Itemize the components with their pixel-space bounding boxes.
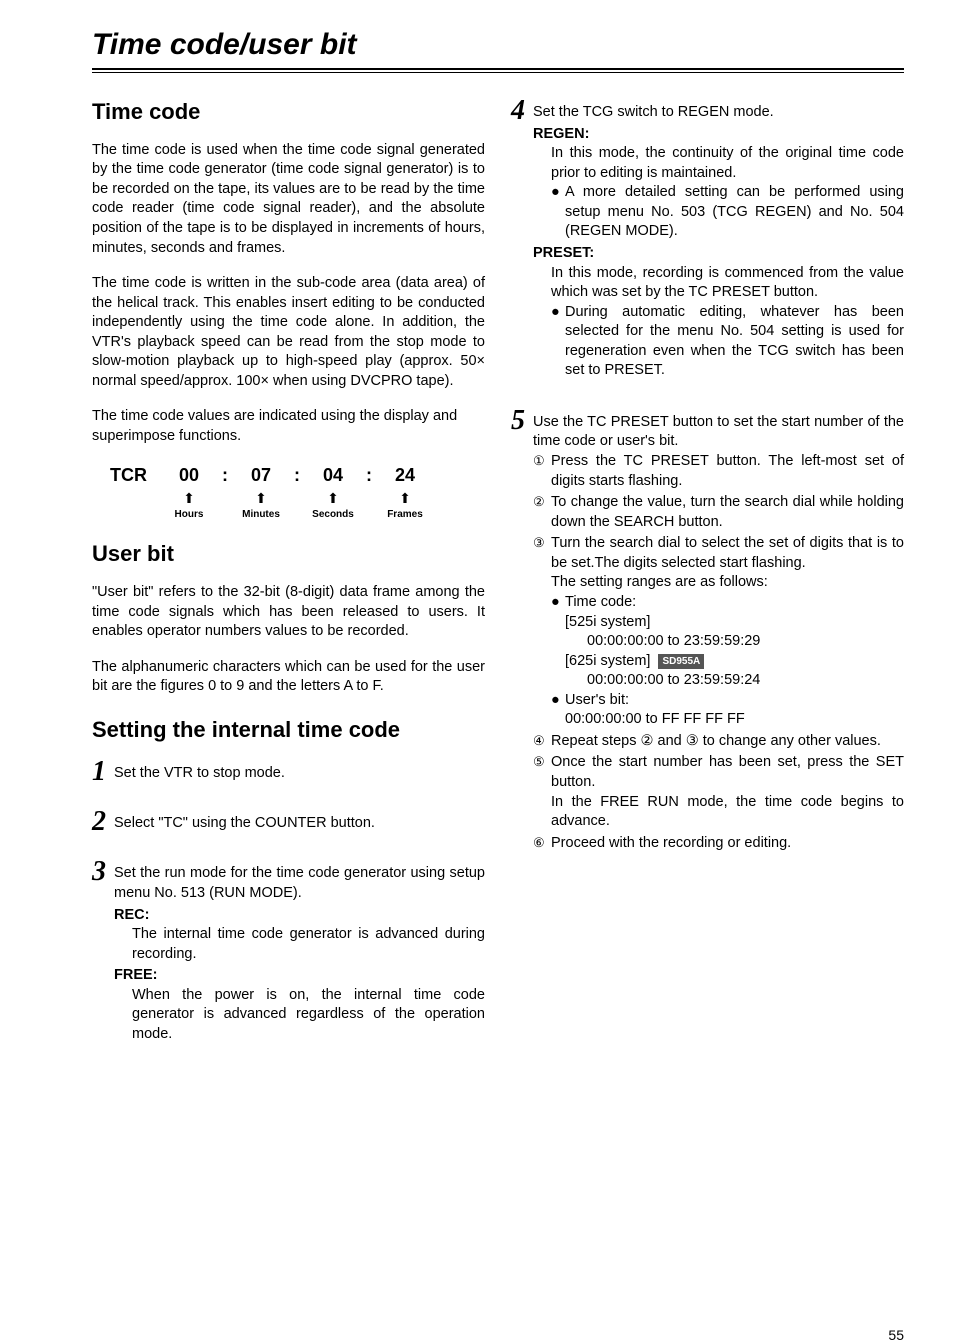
page-title: Time code/user bit [92, 28, 904, 62]
label-625i: [625i system] [565, 653, 650, 669]
paragraph: Turn the search dial to select the set o… [551, 534, 904, 573]
step-text: Set the run mode for the time code gener… [114, 864, 485, 903]
paragraph: Proceed with the recording or editing. [551, 834, 904, 854]
title-rule [92, 68, 904, 70]
paragraph: To change the value, turn the search dia… [551, 493, 904, 532]
tcr-unit-label: Frames [378, 508, 432, 522]
left-column: Time code The time code is used when the… [92, 97, 485, 1067]
value-range: 00:00:00:00 to FF FF FF FF [565, 710, 904, 730]
label-regen: REGEN: [533, 125, 904, 145]
label-525i: [525i system] [565, 613, 904, 633]
circled-number-icon: ⑤ [533, 753, 551, 771]
paragraph: In the FREE RUN mode, the time code begi… [551, 793, 904, 832]
step-4: 4 Set the TCG switch to REGEN mode. REGE… [511, 97, 904, 381]
value-range: 00:00:00:00 to 23:59:59:29 [587, 632, 904, 652]
paragraph: Repeat steps ② and ③ to change any other… [551, 732, 904, 752]
tcr-display: TCR 00 : 07 : 04 : 24 ⬆ ⬆ ⬆ [110, 463, 485, 522]
step-number: 1 [92, 758, 114, 786]
tcr-unit-label: Seconds [306, 508, 360, 522]
up-arrow-icon: ⬆ [162, 489, 216, 508]
step-2: 2 Select "TC" using the COUNTER button. [92, 808, 485, 836]
step-5: 5 Use the TC PRESET button to set the st… [511, 407, 904, 855]
step-text: Set the VTR to stop mode. [114, 764, 485, 784]
paragraph: The alphanumeric characters which can be… [92, 658, 485, 697]
paragraph: During automatic editing, whatever has b… [565, 303, 904, 381]
label-users-bit: User's bit: [565, 691, 629, 711]
value-range: 00:00:00:00 to 23:59:59:24 [587, 671, 904, 691]
step-number: 4 [511, 97, 533, 125]
up-arrow-icon: ⬆ [306, 489, 360, 508]
paragraph: When the power is on, the internal time … [132, 986, 485, 1045]
label-free: FREE: [114, 966, 485, 986]
tcr-colon: : [216, 463, 234, 487]
tcr-colon: : [288, 463, 306, 487]
paragraph: The internal time code generator is adva… [132, 925, 485, 964]
step-1: 1 Set the VTR to stop mode. [92, 758, 485, 786]
up-arrow-icon: ⬆ [378, 489, 432, 508]
paragraph: Press the TC PRESET button. The left-mos… [551, 452, 904, 491]
tcr-frames: 24 [378, 463, 432, 487]
circled-number-icon: ④ [533, 732, 551, 750]
step-number: 5 [511, 407, 533, 435]
tcr-unit-label: Hours [162, 508, 216, 522]
step-text: Use the TC PRESET button to set the star… [533, 413, 904, 452]
tcr-label: TCR [110, 463, 162, 487]
bullet-icon: ● [551, 691, 565, 711]
bullet-icon: ● [551, 303, 565, 381]
bullet-icon: ● [551, 593, 565, 613]
bullet-icon: ● [551, 183, 565, 242]
label-rec: REC: [114, 906, 485, 926]
heading-time-code: Time code [92, 97, 485, 127]
heading-user-bit: User bit [92, 539, 485, 569]
label-timecode: Time code: [565, 593, 636, 613]
circled-number-icon: ① [533, 452, 551, 470]
paragraph: A more detailed setting can be performed… [565, 183, 904, 242]
right-column: 4 Set the TCG switch to REGEN mode. REGE… [511, 97, 904, 1067]
paragraph: The time code is written in the sub-code… [92, 274, 485, 391]
tcr-hours: 00 [162, 463, 216, 487]
tcr-colon: : [360, 463, 378, 487]
step-text: Select "TC" using the COUNTER button. [114, 814, 485, 834]
tcr-unit-label: Minutes [234, 508, 288, 522]
heading-setting-internal-tc: Setting the internal time code [92, 715, 485, 745]
tcr-seconds: 04 [306, 463, 360, 487]
step-3: 3 Set the run mode for the time code gen… [92, 858, 485, 1044]
title-rule-thin [92, 72, 904, 73]
paragraph: The setting ranges are as follows: [551, 573, 904, 593]
paragraph: In this mode, the continuity of the orig… [551, 144, 904, 183]
paragraph: Once the start number has been set, pres… [551, 753, 904, 792]
paragraph: The time code is used when the time code… [92, 141, 485, 258]
circled-number-icon: ⑥ [533, 834, 551, 852]
circled-number-icon: ② [533, 493, 551, 511]
step-number: 2 [92, 808, 114, 836]
circled-number-icon: ③ [533, 534, 551, 552]
step-text: Set the TCG switch to REGEN mode. [533, 103, 904, 123]
model-badge: SD955A [658, 654, 704, 670]
tcr-minutes: 07 [234, 463, 288, 487]
paragraph: In this mode, recording is commenced fro… [551, 264, 904, 303]
paragraph: The time code values are indicated using… [92, 407, 485, 446]
step-number: 3 [92, 858, 114, 886]
up-arrow-icon: ⬆ [234, 489, 288, 508]
label-preset: PRESET: [533, 244, 904, 264]
page-number: 55 [92, 1327, 904, 1343]
paragraph: "User bit" refers to the 32-bit (8-digit… [92, 583, 485, 642]
